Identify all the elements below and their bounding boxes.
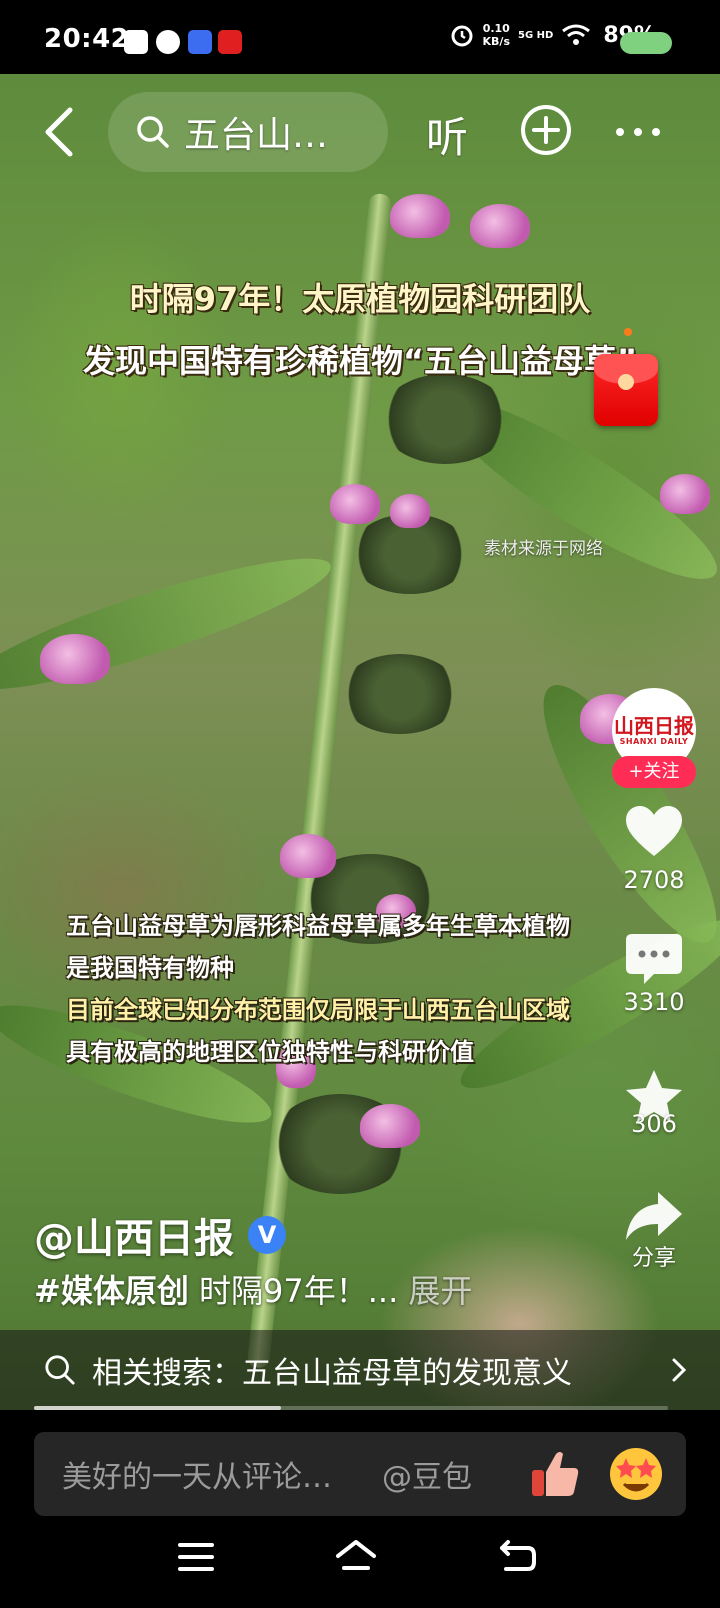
comment-placeholder: 美好的一天从评论… [62, 1460, 332, 1495]
more-icon[interactable] [612, 112, 664, 152]
caption-line-1: 五台山益母草为唇形科益母草属多年生草本植物 [66, 912, 570, 940]
message-notification-icon [124, 30, 148, 54]
battery-icon [620, 32, 672, 54]
heart-icon[interactable] [624, 804, 684, 860]
caption-line-2: 是我国特有物种 [66, 954, 234, 982]
chevron-right-icon [672, 1358, 687, 1382]
video-progress-fill [34, 1406, 282, 1410]
verified-badge: V [248, 1216, 286, 1254]
app-notification-icon [156, 30, 180, 54]
wifi-icon [562, 24, 591, 45]
avatar-logo-text: 山西日报 [614, 713, 694, 738]
source-note: 素材来源于网络 [484, 539, 603, 559]
flower-petal [470, 204, 530, 248]
description-text: 时隔97年！... [188, 1272, 399, 1310]
thumbs-up-emoji-icon[interactable] [526, 1446, 582, 1502]
flower-petal [660, 474, 710, 514]
home-icon[interactable] [334, 1538, 378, 1574]
avatar-logo-sub: SHANXI DAILY [619, 736, 689, 746]
author-row[interactable]: @山西日报 V [34, 1206, 286, 1264]
comment-icon[interactable] [624, 932, 684, 988]
menu-icon[interactable] [178, 1542, 214, 1572]
network-type: 5G HD [518, 29, 554, 41]
related-search-bar[interactable]: 相关搜索：五台山益母草的发现意义 [0, 1330, 720, 1410]
related-search-text: 相关搜索：五台山益母草的发现意义 [92, 1356, 572, 1391]
leaf [0, 536, 340, 712]
search-icon [45, 1355, 75, 1385]
comment-input[interactable]: 美好的一天从评论… @豆包 [34, 1432, 686, 1516]
comment-count: 3310 [623, 988, 685, 1016]
alarm-icon [451, 25, 473, 47]
back-icon[interactable] [38, 104, 84, 160]
red-packet-icon[interactable] [594, 354, 658, 426]
expand-link[interactable]: 展开 [398, 1272, 472, 1310]
flower-whorl [340, 654, 460, 734]
like-count: 2708 [623, 866, 685, 894]
video-description[interactable]: #媒体原创 时隔97年！... 展开 [34, 1266, 472, 1312]
search-icon [137, 116, 169, 148]
flower-petal [390, 194, 450, 238]
system-navigation-bar [0, 1530, 720, 1608]
favorite-count: 306 [631, 1110, 677, 1138]
listen-button[interactable]: 听 [426, 104, 468, 165]
flower-whorl [380, 374, 510, 464]
flower-petal [40, 634, 110, 684]
mention-doubao[interactable]: @豆包 [382, 1452, 472, 1496]
back-nav-icon[interactable] [498, 1538, 538, 1574]
hashtag[interactable]: #媒体原创 [34, 1272, 189, 1310]
author-name[interactable]: @山西日报 [34, 1206, 234, 1264]
status-time: 20:42 [44, 24, 130, 54]
follow-button[interactable]: +关注 [612, 756, 696, 788]
search-text: 五台山… [184, 115, 329, 156]
flower-petal [280, 834, 336, 878]
caption-line-4: 具有极高的地理区位独特性与科研价值 [66, 1038, 474, 1066]
video-headline-line1: 时隔97年！太原植物园科研团队 [129, 280, 591, 318]
star-eyes-emoji-icon[interactable] [608, 1446, 664, 1502]
share-icon[interactable] [624, 1190, 684, 1242]
add-circle-icon[interactable] [520, 104, 572, 156]
video-progress-bar[interactable] [34, 1406, 668, 1410]
search-box[interactable]: 五台山… [108, 92, 388, 172]
flower-petal [330, 484, 380, 524]
net-speed: 0.10 KB/s [482, 22, 510, 48]
flower-petal [390, 494, 430, 528]
news-notification-icon [218, 30, 242, 54]
status-bar: 20:42 0.10KB/s 5G HD 89% [0, 0, 720, 74]
notification-dot [624, 328, 632, 336]
shield-notification-icon [188, 30, 212, 54]
caption-line-3: 目前全球已知分布范围仅局限于山西五台山区域 [66, 996, 570, 1024]
flower-petal [360, 1104, 420, 1148]
share-label: 分享 [631, 1246, 676, 1271]
